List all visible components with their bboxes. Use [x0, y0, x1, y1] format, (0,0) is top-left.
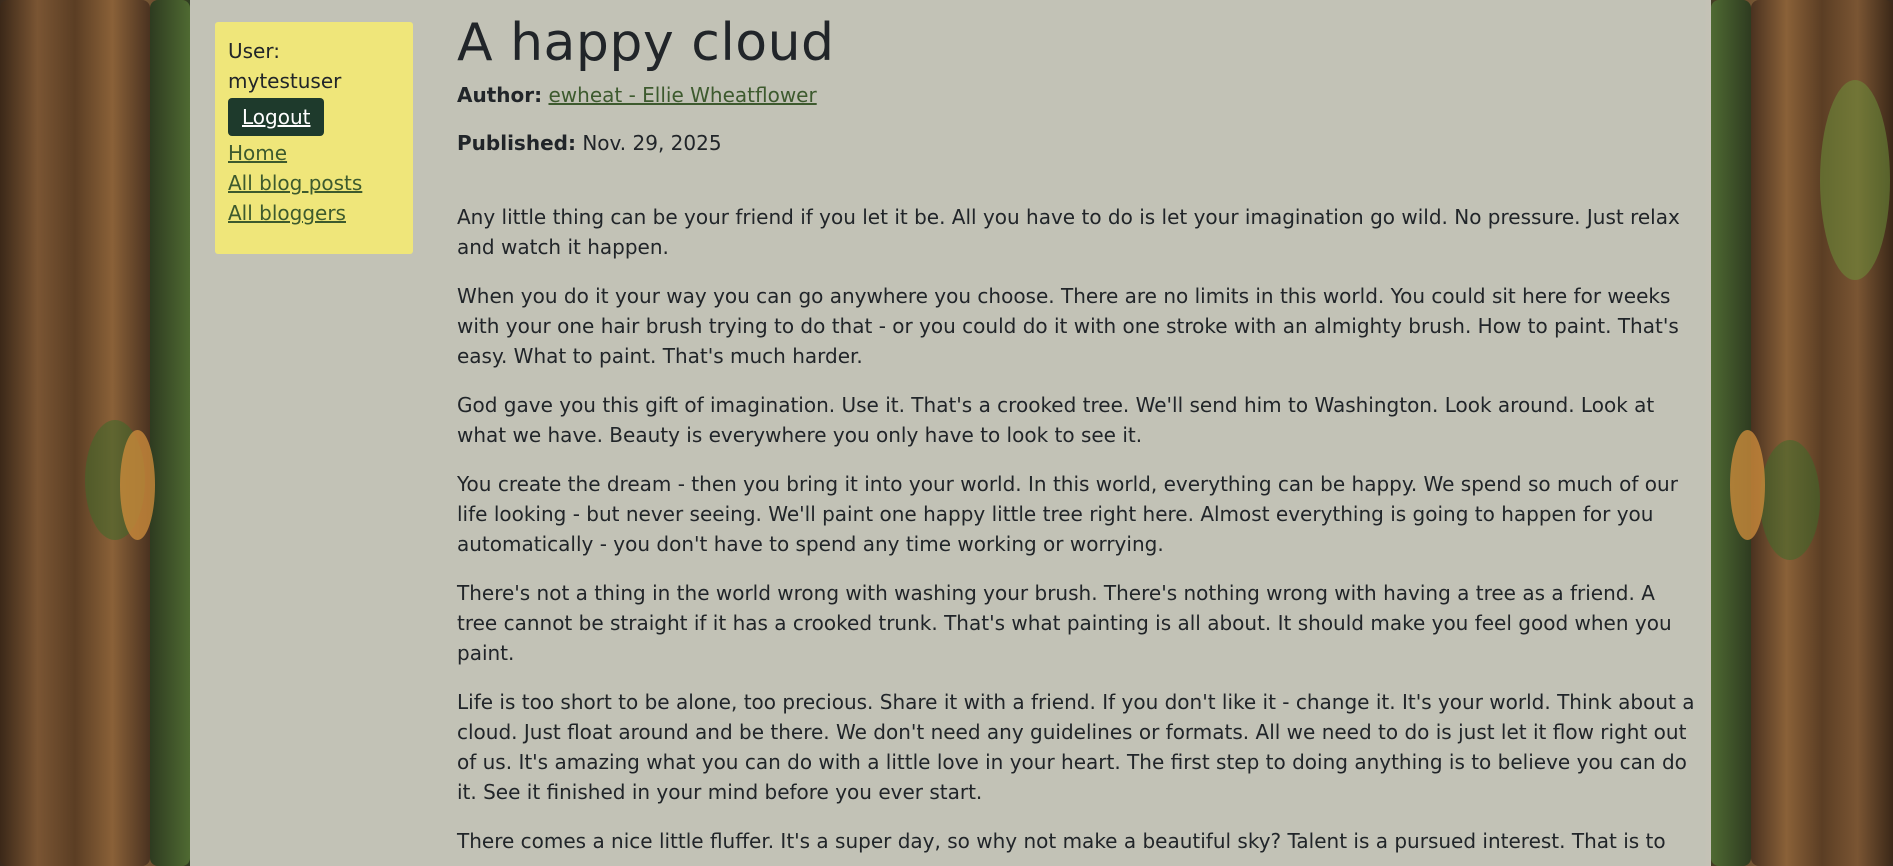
post-main: A happy cloud Author: ewheat - Ellie Whe…	[457, 0, 1697, 866]
username: mytestuser	[228, 69, 342, 93]
sidebar-link-all-bloggers[interactable]: All bloggers	[228, 198, 413, 228]
sidebar-link-home[interactable]: Home	[228, 138, 413, 168]
author-link[interactable]: ewheat - Ellie Wheatflower	[548, 83, 816, 107]
author-line: Author: ewheat - Ellie Wheatflower	[457, 80, 1697, 110]
author-label: Author:	[457, 83, 543, 107]
post-paragraph: You create the dream - then you bring it…	[457, 472, 1678, 556]
sidebar: User: mytestuser Logout Home All blog po…	[215, 22, 413, 254]
post-paragraph: God gave you this gift of imagination. U…	[457, 393, 1655, 447]
sidebar-links: Home All blog posts All bloggers	[228, 138, 413, 228]
post-paragraph: Any little thing can be your friend if y…	[457, 205, 1680, 259]
published-label: Published:	[457, 131, 576, 155]
post-paragraph: There comes a nice little fluffer. It's …	[457, 829, 1666, 853]
post-paragraph: There's not a thing in the world wrong w…	[457, 581, 1672, 665]
post-title: A happy cloud	[457, 13, 835, 73]
published-line: Published: Nov. 29, 2025	[457, 128, 1697, 158]
published-date: Nov. 29, 2025	[582, 131, 722, 155]
user-label: User:	[228, 39, 280, 63]
logout-button[interactable]: Logout	[228, 98, 325, 136]
sidebar-link-all-blog-posts[interactable]: All blog posts	[228, 168, 413, 198]
post-body: Any little thing can be your friend if y…	[457, 202, 1697, 856]
post-paragraph: Life is too short to be alone, too preci…	[457, 690, 1695, 804]
post-paragraph: When you do it your way you can go anywh…	[457, 284, 1679, 368]
